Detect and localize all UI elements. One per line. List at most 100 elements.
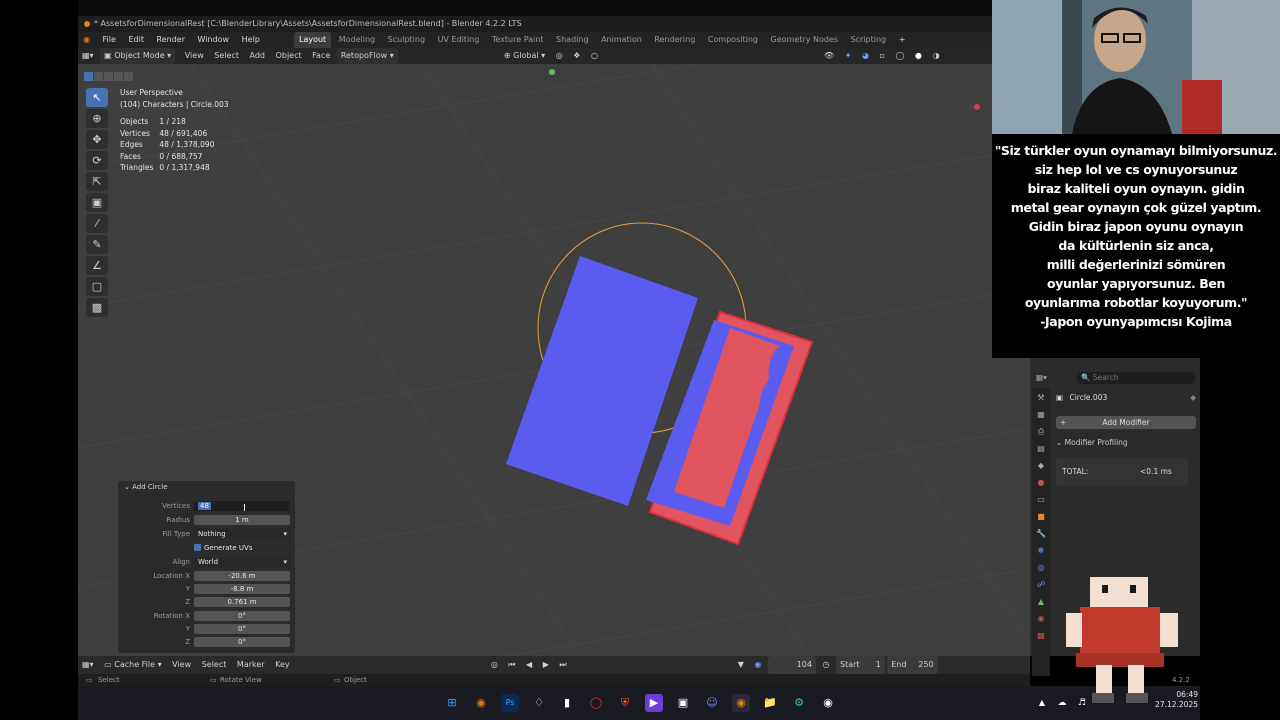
header-menu-view[interactable]: View [181, 48, 208, 64]
tab-uv-editing[interactable]: UV Editing [433, 32, 485, 48]
shading-material-icon[interactable]: ◑ [929, 48, 944, 64]
add-circle-operator-panel[interactable]: ⌄ Add Circle Vertices 48 Radius 1 m Fill… [118, 481, 295, 653]
file-explorer-taskbar-icon[interactable]: 📁 [761, 694, 779, 712]
select-invert-icon[interactable] [114, 72, 123, 81]
texture-tab-icon[interactable]: ▩ [1034, 629, 1048, 643]
visibility-icon[interactable]: 👁 [820, 48, 838, 64]
rotation-y-field[interactable]: 0° [194, 624, 290, 634]
cache-file-selector[interactable]: ▭ Cache File ▾ [100, 656, 165, 674]
overlay-icon[interactable]: ◕ [858, 48, 873, 64]
app-green-taskbar-icon[interactable]: ⚙ [790, 694, 808, 712]
tool-tab-icon[interactable]: ⚒ [1034, 391, 1048, 405]
discord-taskbar-icon[interactable]: ☺ [703, 694, 721, 712]
end-frame-field[interactable]: End 250 [887, 656, 938, 674]
blender-active-taskbar-icon[interactable]: ◉ [732, 694, 750, 712]
generate-uvs-checkbox[interactable]: Generate UVs [194, 543, 252, 554]
menu-window[interactable]: Window [193, 32, 235, 48]
menu-edit[interactable]: Edit [123, 32, 149, 48]
shading-wireframe-icon[interactable]: ◯ [892, 48, 909, 64]
mode-selector[interactable]: ▣ Object Mode ▾ [100, 48, 176, 64]
tab-compositing[interactable]: Compositing [703, 32, 763, 48]
rotation-x-field[interactable]: 0° [194, 611, 290, 621]
location-x-field[interactable]: -20.6 m [194, 571, 290, 581]
data-tab-icon[interactable]: ▲ [1034, 595, 1048, 609]
tab-sculpting[interactable]: Sculpting [383, 32, 430, 48]
editor-type-icon[interactable]: ▦▾ [78, 48, 98, 64]
world-tab-icon[interactable]: ● [1034, 476, 1048, 490]
tab-layout[interactable]: Layout [293, 32, 332, 48]
tab-texture-paint[interactable]: Texture Paint [487, 32, 549, 48]
annotate-icon[interactable]: ⁄ [86, 214, 108, 233]
editor-type-icon[interactable]: ▦▾ [1036, 373, 1047, 382]
timeline-menu-marker[interactable]: Marker [233, 656, 269, 674]
app-taskbar-icon[interactable]: ♢ [530, 694, 548, 712]
brave-taskbar-icon[interactable]: ⛨ [616, 694, 634, 712]
jump-start-icon[interactable]: ⏮ [504, 656, 519, 674]
gizmo-icon[interactable]: ✦ [841, 48, 856, 64]
retopoflow-menu[interactable]: RetopoFlow ▾ [336, 48, 398, 64]
windows-start-icon[interactable]: ⊞ [443, 694, 461, 712]
transform-orientation-dropdown[interactable]: ⊕ Global ▾ [500, 48, 549, 64]
move-icon[interactable]: ✥ [86, 130, 108, 149]
select-new-icon[interactable] [84, 72, 93, 81]
operator-panel-header[interactable]: ⌄ Add Circle [118, 481, 295, 494]
modifier-tab-icon[interactable]: 🔧 [1034, 527, 1048, 541]
modifier-profiling-header[interactable]: ⌄ Modifier Profiling [1056, 436, 1196, 449]
tray-chevron-up-icon[interactable]: ▲ [1033, 694, 1051, 712]
play-icon[interactable]: ▶ [539, 656, 553, 674]
snap-icon[interactable]: ❖ [569, 48, 584, 64]
shading-solid-icon[interactable]: ● [911, 48, 926, 64]
tab-rendering[interactable]: Rendering [649, 32, 700, 48]
timeline-menu-select[interactable]: Select [198, 656, 231, 674]
menu-help[interactable]: Help [237, 32, 265, 48]
material-tab-icon[interactable]: ◉ [1034, 612, 1048, 626]
media-taskbar-icon[interactable]: ▶ [645, 694, 663, 712]
timeline-menu-view[interactable]: View [168, 656, 195, 674]
header-menu-object[interactable]: Object [272, 48, 306, 64]
select-extend-icon[interactable] [94, 72, 103, 81]
pin-icon[interactable]: ◆ [1190, 392, 1196, 404]
header-menu-select[interactable]: Select [210, 48, 243, 64]
filter-icon[interactable]: ▼ [734, 656, 748, 674]
menu-render[interactable]: Render [152, 32, 190, 48]
rotate-icon[interactable]: ⟳ [86, 151, 108, 170]
align-dropdown[interactable]: World ▾ [194, 557, 290, 567]
view-layer-tab-icon[interactable]: ▤ [1034, 442, 1048, 456]
extrude-icon[interactable]: ▩ [86, 298, 108, 317]
collection-tab-icon[interactable]: ▭ [1034, 493, 1048, 507]
radius-field[interactable]: 1 m [194, 515, 290, 525]
add-modifier-button[interactable]: + Add Modifier [1056, 416, 1196, 429]
header-menu-face[interactable]: Face [308, 48, 334, 64]
physics-tab-icon[interactable]: ◎ [1034, 561, 1048, 575]
menu-file[interactable]: File [98, 32, 121, 48]
obs-taskbar-icon[interactable]: ◉ [819, 694, 837, 712]
photoshop-taskbar-icon[interactable]: Ps [501, 694, 519, 712]
start-frame-field[interactable]: Start 1 [836, 656, 885, 674]
header-menu-add[interactable]: Add [246, 48, 270, 64]
annotate-line-icon[interactable]: ✎ [86, 235, 108, 254]
record-icon[interactable]: ◎ [487, 656, 502, 674]
tab-modeling[interactable]: Modeling [334, 32, 380, 48]
xray-icon[interactable]: ▫ [876, 48, 889, 64]
tab-animation[interactable]: Animation [596, 32, 647, 48]
opera-taskbar-icon[interactable]: ◯ [587, 694, 605, 712]
blender-taskbar-icon[interactable]: ◉ [472, 694, 490, 712]
particles-tab-icon[interactable]: ❋ [1034, 544, 1048, 558]
output-tab-icon[interactable]: ⎙ [1034, 425, 1048, 439]
vertices-field[interactable]: 48 [194, 501, 290, 511]
scale-icon[interactable]: ⇱ [86, 172, 108, 191]
add-cube-icon[interactable]: ▢ [86, 277, 108, 296]
render-tab-icon[interactable]: ▦ [1034, 408, 1048, 422]
timeline-editor-icon[interactable]: ▦▾ [78, 656, 98, 674]
tab-shading[interactable]: Shading [551, 32, 594, 48]
properties-search-input[interactable]: 🔍 Search [1076, 372, 1196, 384]
cursor-icon[interactable]: ⊕ [86, 109, 108, 128]
location-z-field[interactable]: 0.761 m [194, 597, 290, 607]
terminal-taskbar-icon[interactable]: ▮ [558, 694, 576, 712]
constraints-tab-icon[interactable]: ☍ [1034, 578, 1048, 592]
pivot-icon[interactable]: ◎ [552, 48, 567, 64]
proportional-edit-icon[interactable]: ○ [587, 48, 602, 64]
timeline-menu-key[interactable]: Key [271, 656, 294, 674]
explorer-photo-taskbar-icon[interactable]: ▣ [674, 694, 692, 712]
step-back-icon[interactable]: ◀ [522, 656, 536, 674]
